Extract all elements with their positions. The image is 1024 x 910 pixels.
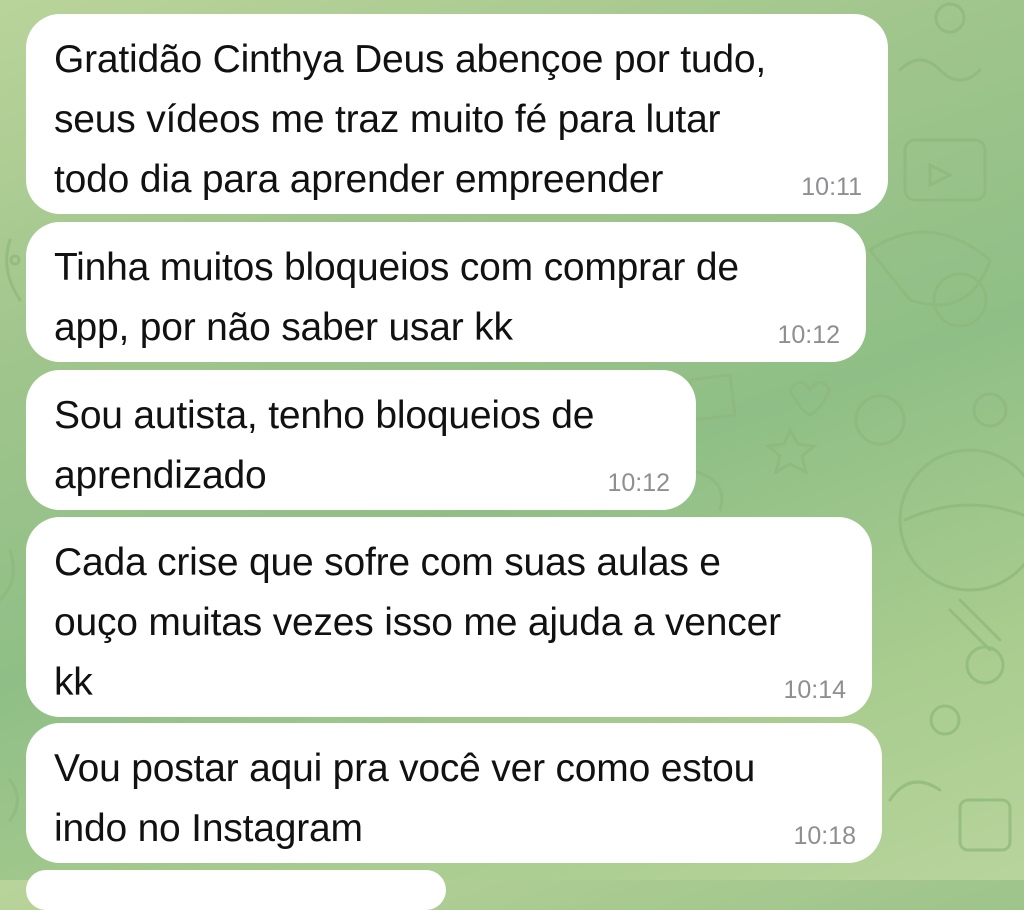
message-text: Gratidão Cinthya Deus abençoe por tudo, … — [54, 38, 766, 201]
message-text: Tinha muitos bloqueios com comprar de ap… — [54, 246, 739, 349]
message-timestamp: 10:18 — [793, 822, 856, 850]
message-text: Vou postar aqui pra você ver como estou … — [54, 747, 756, 850]
message-bubble[interactable]: Sou autista, tenho bloqueios de aprendiz… — [26, 370, 696, 510]
message-timestamp: 10:12 — [777, 321, 840, 349]
message-timestamp: 10:11 — [801, 173, 862, 201]
message-bubble[interactable]: Cada crise que sofre com suas aulas e ou… — [26, 517, 872, 717]
message-bubble[interactable]: Vou postar aqui pra você ver como estou … — [26, 723, 882, 863]
message-text: Cada crise que sofre com suas aulas e ou… — [54, 541, 781, 704]
message-bubble[interactable]: Gratidão Cinthya Deus abençoe por tudo, … — [26, 14, 888, 214]
message-list[interactable]: Gratidão Cinthya Deus abençoe por tudo, … — [0, 0, 1024, 910]
message-timestamp: 10:12 — [607, 469, 670, 497]
message-bubble[interactable]: Tinha muitos bloqueios com comprar de ap… — [26, 222, 866, 362]
message-text: Sou autista, tenho bloqueios de aprendiz… — [54, 394, 595, 497]
message-bubble-partial[interactable] — [26, 870, 446, 910]
message-timestamp: 10:14 — [783, 676, 846, 704]
